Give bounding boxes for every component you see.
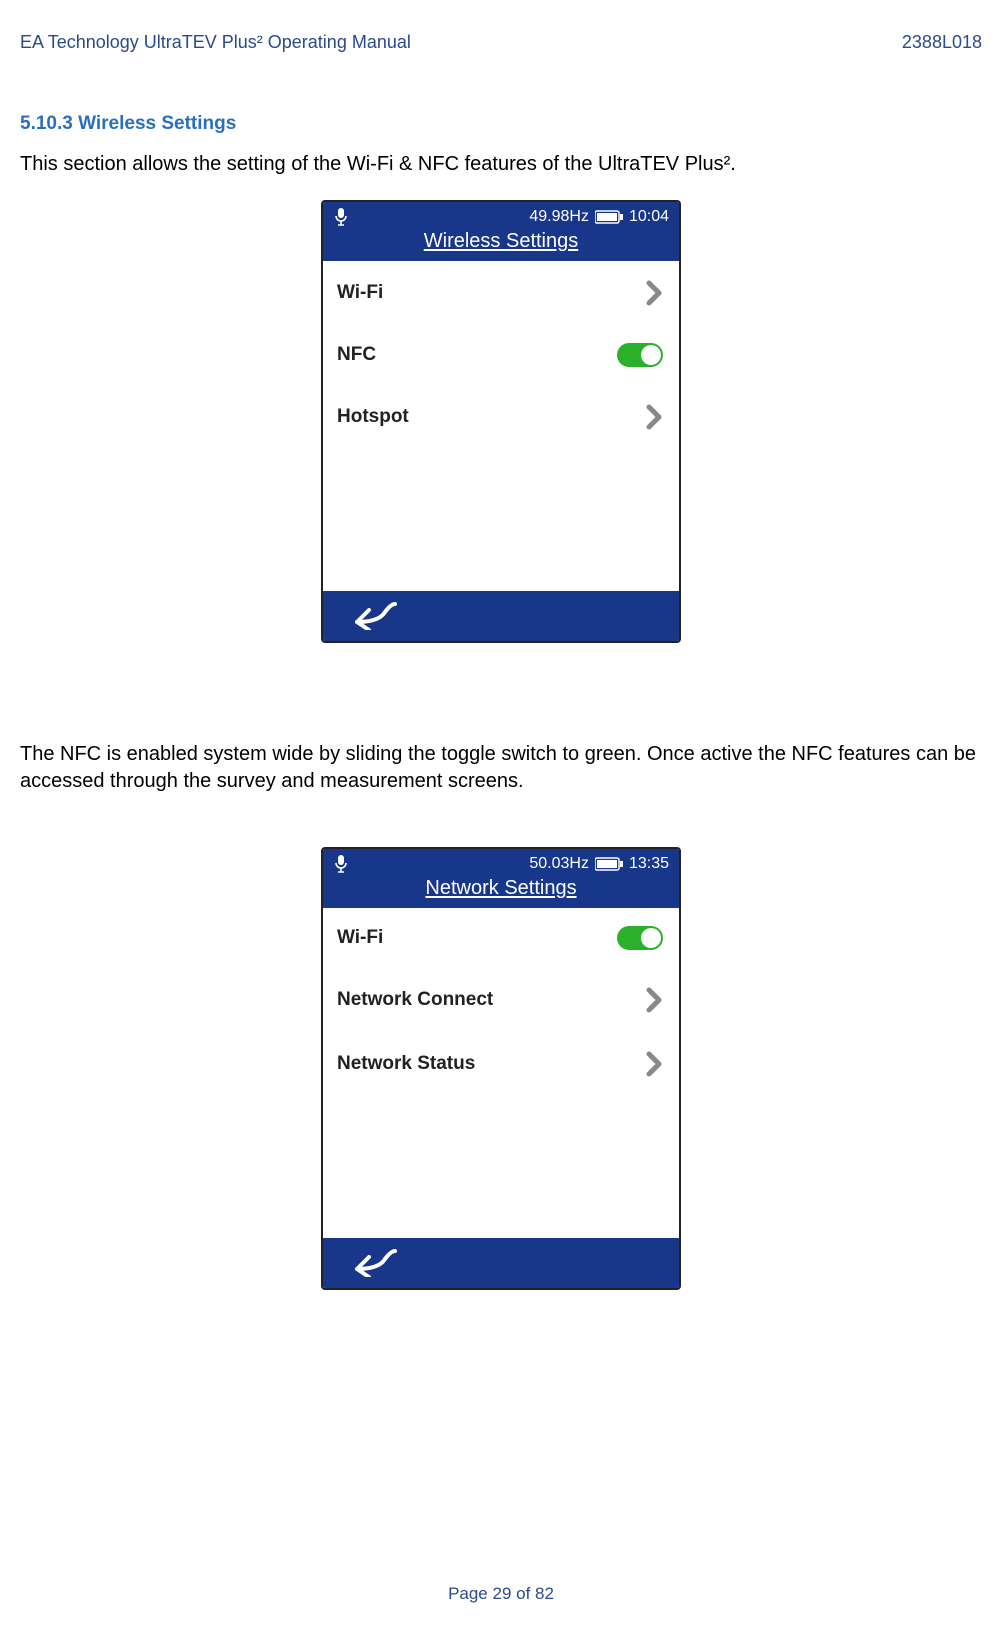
settings-list: Wi-Fi Network Connect Network Status	[323, 908, 679, 1238]
screen-title: Wireless Settings	[323, 228, 679, 261]
wifi-toggle[interactable]	[617, 926, 663, 950]
device-footer	[323, 1238, 679, 1288]
nfc-row[interactable]: NFC	[323, 325, 679, 385]
screenshot-wireless-settings: 49.98Hz 10:04 Wireless Settings Wi-Fi	[20, 200, 982, 643]
screenshot-network-settings: 50.03Hz 13:35 Network Settings Wi-Fi Net…	[20, 847, 982, 1290]
device-frame: 49.98Hz 10:04 Wireless Settings Wi-Fi	[321, 200, 681, 643]
chevron-right-icon	[645, 1050, 663, 1078]
spacer	[20, 671, 982, 741]
network-connect-row[interactable]: Network Connect	[323, 968, 679, 1032]
nfc-label: NFC	[337, 344, 376, 366]
microphone-icon	[333, 855, 349, 873]
device-footer	[323, 591, 679, 641]
back-icon[interactable]	[355, 1249, 397, 1277]
wifi-row[interactable]: Wi-Fi	[323, 261, 679, 325]
chevron-right-icon	[645, 279, 663, 307]
spacer	[20, 817, 982, 847]
hotspot-row[interactable]: Hotspot	[323, 385, 679, 449]
device-header: 50.03Hz 13:35 Network Settings	[323, 849, 679, 908]
header-left: EA Technology UltraTEV Plus² Operating M…	[20, 32, 411, 53]
wifi-label: Wi-Fi	[337, 927, 383, 949]
status-bar: 49.98Hz 10:04	[323, 202, 679, 228]
nfc-toggle[interactable]	[617, 343, 663, 367]
document-header: EA Technology UltraTEV Plus² Operating M…	[20, 32, 982, 53]
chevron-right-icon	[645, 403, 663, 431]
battery-icon	[595, 857, 623, 871]
header-right: 2388L018	[902, 32, 982, 53]
network-status-label: Network Status	[337, 1053, 475, 1075]
network-status-row[interactable]: Network Status	[323, 1032, 679, 1096]
status-bar: 50.03Hz 13:35	[323, 849, 679, 875]
device-header: 49.98Hz 10:04 Wireless Settings	[323, 202, 679, 261]
chevron-right-icon	[645, 986, 663, 1014]
microphone-icon	[333, 208, 349, 226]
wifi-row[interactable]: Wi-Fi	[323, 908, 679, 968]
nfc-paragraph: The NFC is enabled system wide by slidin…	[20, 741, 982, 795]
section-heading: 5.10.3 Wireless Settings	[20, 113, 982, 135]
page-footer: Page 29 of 82	[0, 1584, 1002, 1604]
screen-title: Network Settings	[323, 875, 679, 908]
status-frequency: 49.98Hz	[529, 208, 589, 226]
hotspot-label: Hotspot	[337, 406, 409, 428]
intro-paragraph: This section allows the setting of the W…	[20, 151, 982, 178]
back-icon[interactable]	[355, 602, 397, 630]
status-frequency: 50.03Hz	[529, 855, 589, 873]
status-time: 10:04	[629, 208, 669, 226]
wifi-label: Wi-Fi	[337, 282, 383, 304]
device-frame: 50.03Hz 13:35 Network Settings Wi-Fi Net…	[321, 847, 681, 1290]
settings-list: Wi-Fi NFC Hotspot	[323, 261, 679, 591]
battery-icon	[595, 210, 623, 224]
network-connect-label: Network Connect	[337, 989, 493, 1011]
document-page: EA Technology UltraTEV Plus² Operating M…	[0, 0, 1002, 1632]
status-time: 13:35	[629, 855, 669, 873]
